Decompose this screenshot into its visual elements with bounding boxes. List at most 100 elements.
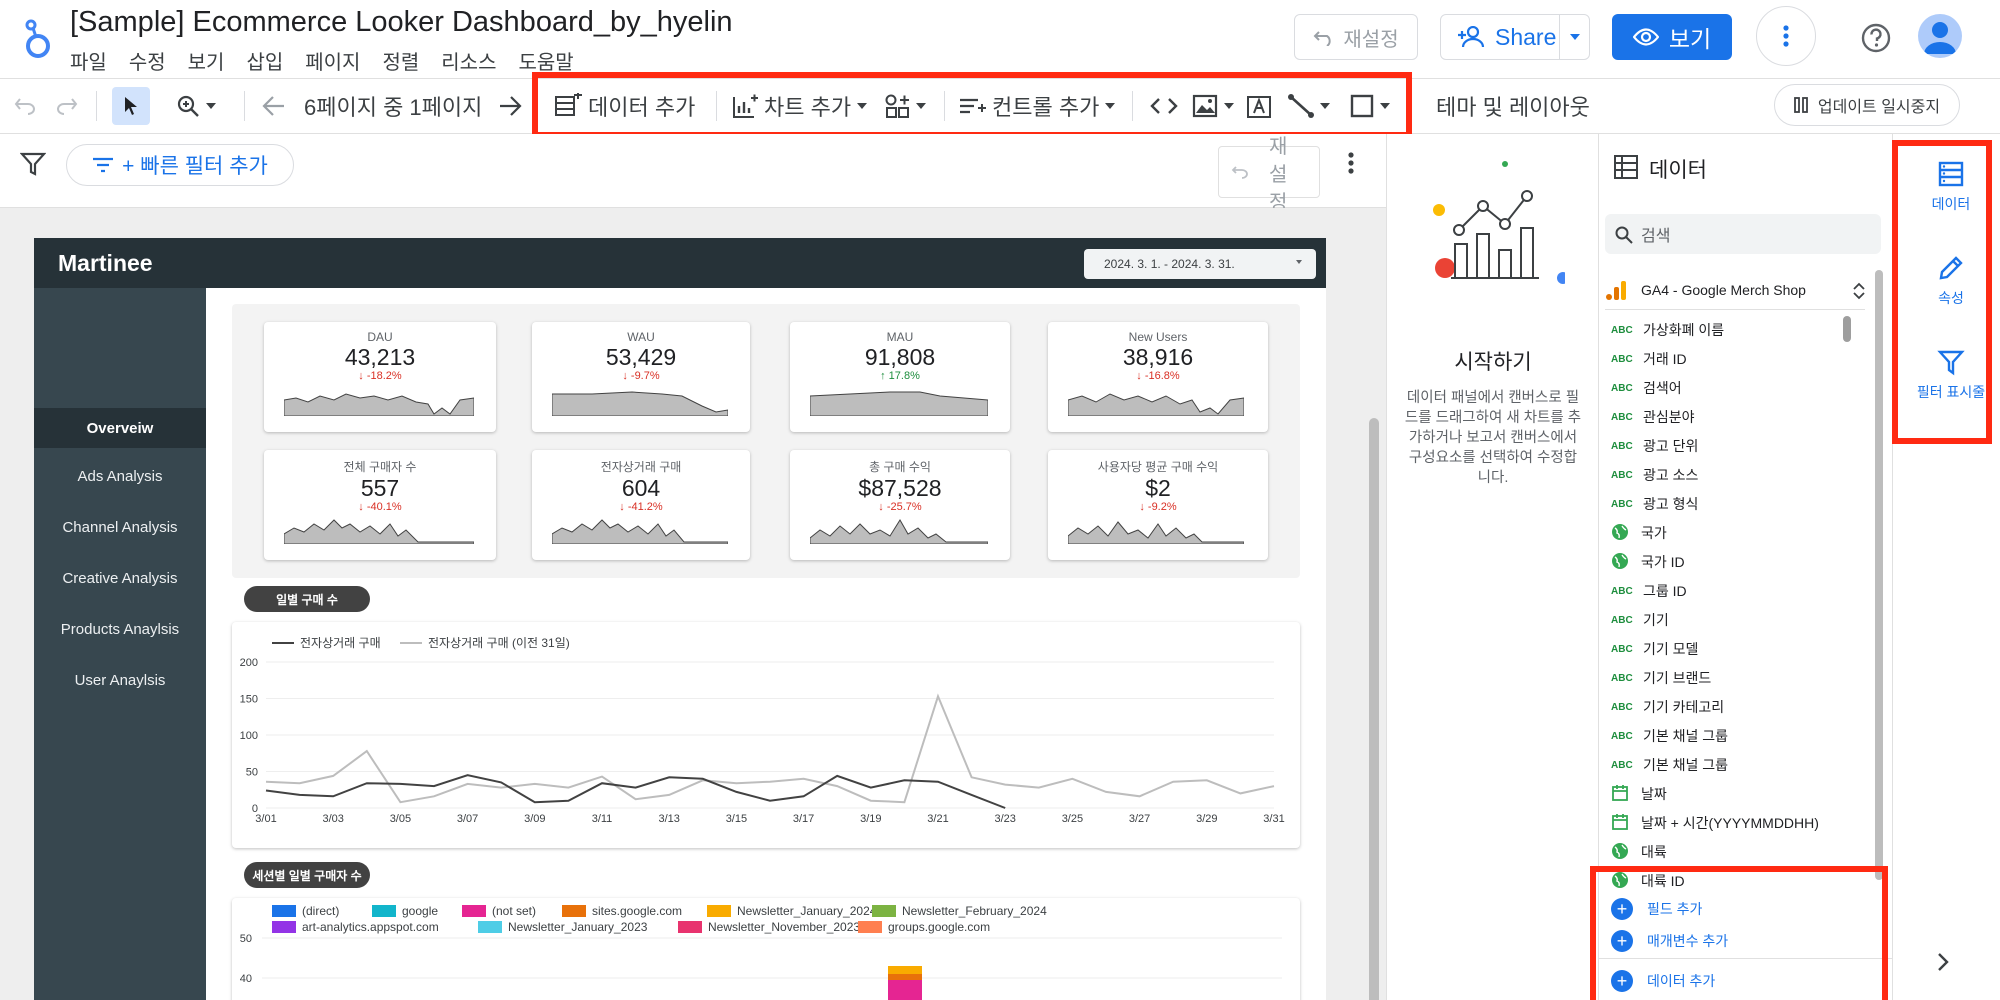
canvas-scrollbar[interactable]: [1369, 418, 1379, 1000]
field-item[interactable]: ABC 기본 채널 그룹: [1611, 751, 1728, 779]
next-page-icon[interactable]: [498, 95, 522, 117]
kpi-card-wau[interactable]: WAU 53,429 ↓ -9.7%: [532, 322, 750, 432]
field-item[interactable]: 날짜 + 시간(YYYYMMDDHH): [1611, 809, 1819, 837]
share-button[interactable]: Share: [1440, 14, 1590, 60]
filter-list-icon: [93, 157, 114, 173]
zoom-icon: [177, 95, 199, 117]
menu-file[interactable]: 파일: [70, 46, 107, 75]
nav-item-overview[interactable]: Overveiw: [34, 408, 206, 448]
menu-arrange[interactable]: 정렬: [382, 46, 419, 75]
field-item[interactable]: ABC 검색어: [1611, 374, 1682, 402]
field-label: 국가: [1641, 525, 1667, 541]
daily-purchases-chart-card[interactable]: 전자상거래 구매 전자상거래 구매 (이전 31일) 0 50 100 150 200 3…: [232, 622, 1300, 848]
nav-item-ads-analysis[interactable]: Ads Analysis: [34, 456, 206, 496]
field-item[interactable]: ABC 광고 형식: [1611, 490, 1698, 518]
pause-updates-button[interactable]: 업데이트 일시중지: [1774, 84, 1960, 126]
collapse-icon[interactable]: [1853, 282, 1865, 300]
field-item[interactable]: ABC 가상화폐 이름: [1611, 316, 1724, 344]
brand-logo: Martinee: [58, 250, 153, 276]
view-button[interactable]: 보기: [1612, 14, 1732, 60]
field-item[interactable]: ABC 기본 채널 그룹: [1611, 722, 1728, 750]
kpi-card-mau[interactable]: MAU 91,808 ↑ 17.8%: [790, 322, 1010, 432]
page-indicator[interactable]: 6페이지 중 1페이지: [304, 85, 482, 127]
field-item[interactable]: 국가 ID: [1611, 548, 1685, 576]
field-item[interactable]: ABC 그룹 ID: [1611, 577, 1687, 605]
kpi-value: 557: [360, 475, 400, 501]
globe-icon: [1611, 842, 1629, 863]
reset-button[interactable]: 재설정: [1294, 14, 1418, 60]
x-tick-label: 3/21: [927, 813, 948, 825]
filter-icon[interactable]: [20, 152, 46, 176]
theme-layout-button[interactable]: 테마 및 레이아웃: [1436, 85, 1590, 127]
data-panel-scrollbar[interactable]: [1875, 270, 1883, 880]
pause-icon: [1793, 97, 1808, 113]
menu-edit[interactable]: 수정: [129, 46, 166, 75]
add-person-icon: [1458, 26, 1485, 48]
sparkline: [552, 391, 728, 416]
kpi-value: 53,429: [605, 344, 677, 370]
field-item[interactable]: ABC 관심분야: [1611, 403, 1695, 431]
field-item[interactable]: ABC 기기 모델: [1611, 635, 1698, 663]
reset-filter-button[interactable]: 재설정: [1218, 136, 1320, 214]
nav-item-channel-analysis[interactable]: Channel Analysis: [34, 507, 206, 547]
getting-started-panel: 시작하기 데이터 패널에서 캔버스로 필드를 드래그하여 새 차트를 추가하거나…: [1386, 134, 1598, 1000]
report-canvas[interactable]: Martinee 2024. 3. 1. - 2024. 3. 31. Over…: [0, 208, 1386, 1000]
kpi-card-dau[interactable]: DAU 43,213 ↓ -18.2%: [264, 322, 496, 432]
menu-help[interactable]: 도움말: [518, 46, 573, 75]
share-dropdown-chevron-icon[interactable]: [1559, 15, 1589, 59]
chevron-down-icon: [1296, 260, 1302, 264]
field-label: 기기: [1643, 612, 1669, 628]
field-item[interactable]: ABC 기기 카테고리: [1611, 693, 1724, 721]
redo-icon[interactable]: [56, 97, 78, 115]
field-item[interactable]: ABC 기기 브랜드: [1611, 664, 1711, 692]
undo-icon[interactable]: [14, 97, 36, 115]
session-buyers-chart-card[interactable]: (direct) google (not set) sites.google.com N…: [232, 898, 1300, 1000]
field-item[interactable]: 날짜: [1611, 780, 1667, 808]
report-header: Martinee 2024. 3. 1. - 2024. 3. 31.: [34, 238, 1326, 288]
highlight-box: [532, 72, 1412, 138]
more-options-button[interactable]: [1756, 6, 1816, 66]
kpi-card-new-users[interactable]: New Users 38,916 ↓ -16.8%: [1048, 322, 1268, 432]
quick-filter-button[interactable]: + 빠른 필터 추가: [66, 144, 294, 186]
more-vert-icon[interactable]: [1348, 152, 1354, 174]
sparkline: [284, 519, 474, 544]
select-tool-button[interactable]: [112, 87, 150, 125]
date-range-control[interactable]: 2024. 3. 1. - 2024. 3. 31.: [1084, 249, 1316, 279]
menu-page[interactable]: 페이지: [305, 46, 360, 75]
report-title[interactable]: [Sample] Ecommerce Looker Dashboard_by_h…: [70, 6, 733, 39]
menu-resource[interactable]: 리소스: [441, 46, 496, 75]
data-panel-title: 데이터: [1649, 159, 1707, 182]
globe-icon: [1611, 523, 1629, 544]
nav-item-user-analysis[interactable]: User Anaylsis: [34, 660, 206, 700]
field-list-scrollbar[interactable]: [1843, 316, 1851, 342]
field-item[interactable]: 대륙: [1611, 838, 1667, 866]
nav-item-creative-analysis[interactable]: Creative Analysis: [34, 558, 206, 598]
field-search-input[interactable]: 검색: [1605, 214, 1881, 254]
stacked-bar-segment: [888, 966, 922, 974]
report-sidebar: Overveiw Ads Analysis Channel Analysis C…: [34, 288, 206, 1000]
looker-studio-logo-icon[interactable]: [22, 16, 56, 60]
field-item[interactable]: ABC 기기: [1611, 606, 1669, 634]
zoom-button[interactable]: [176, 85, 216, 127]
previous-page-icon[interactable]: [262, 95, 286, 117]
kpi-card-total-revenue[interactable]: 총 구매 수익 $87,528 ↓ -25.7%: [790, 450, 1010, 560]
stacked-bar-segment: [888, 980, 922, 1000]
help-icon[interactable]: [1858, 20, 1894, 56]
field-item[interactable]: ABC 광고 소스: [1611, 461, 1698, 489]
kpi-card-ecommerce-purchases[interactable]: 전자상거래 구매 604 ↓ -41.2%: [532, 450, 750, 560]
nav-item-products-analysis[interactable]: Products Anaylsis: [34, 609, 206, 649]
field-item[interactable]: ABC 거래 ID: [1611, 345, 1687, 373]
kpi-card-total-buyers[interactable]: 전체 구매자 수 557 ↓ -40.1%: [264, 450, 496, 560]
kpi-card-arppu[interactable]: 사용자당 평균 구매 수익 $2 ↓ -9.2%: [1048, 450, 1268, 560]
undo-icon: [1313, 31, 1332, 46]
x-tick-label: 3/29: [1196, 813, 1217, 825]
menu-insert[interactable]: 삽입: [246, 46, 283, 75]
menu-view[interactable]: 보기: [188, 46, 225, 75]
field-item[interactable]: ABC 광고 단위: [1611, 432, 1698, 460]
quick-filter-label: + 빠른 필터 추가: [122, 155, 268, 178]
field-item[interactable]: 국가: [1611, 519, 1667, 547]
chevron-right-icon[interactable]: [1937, 952, 1949, 972]
calendar-icon: [1611, 784, 1629, 805]
avatar[interactable]: [1918, 14, 1962, 58]
data-source-row[interactable]: GA4 - Google Merch Shop: [1605, 270, 1865, 310]
